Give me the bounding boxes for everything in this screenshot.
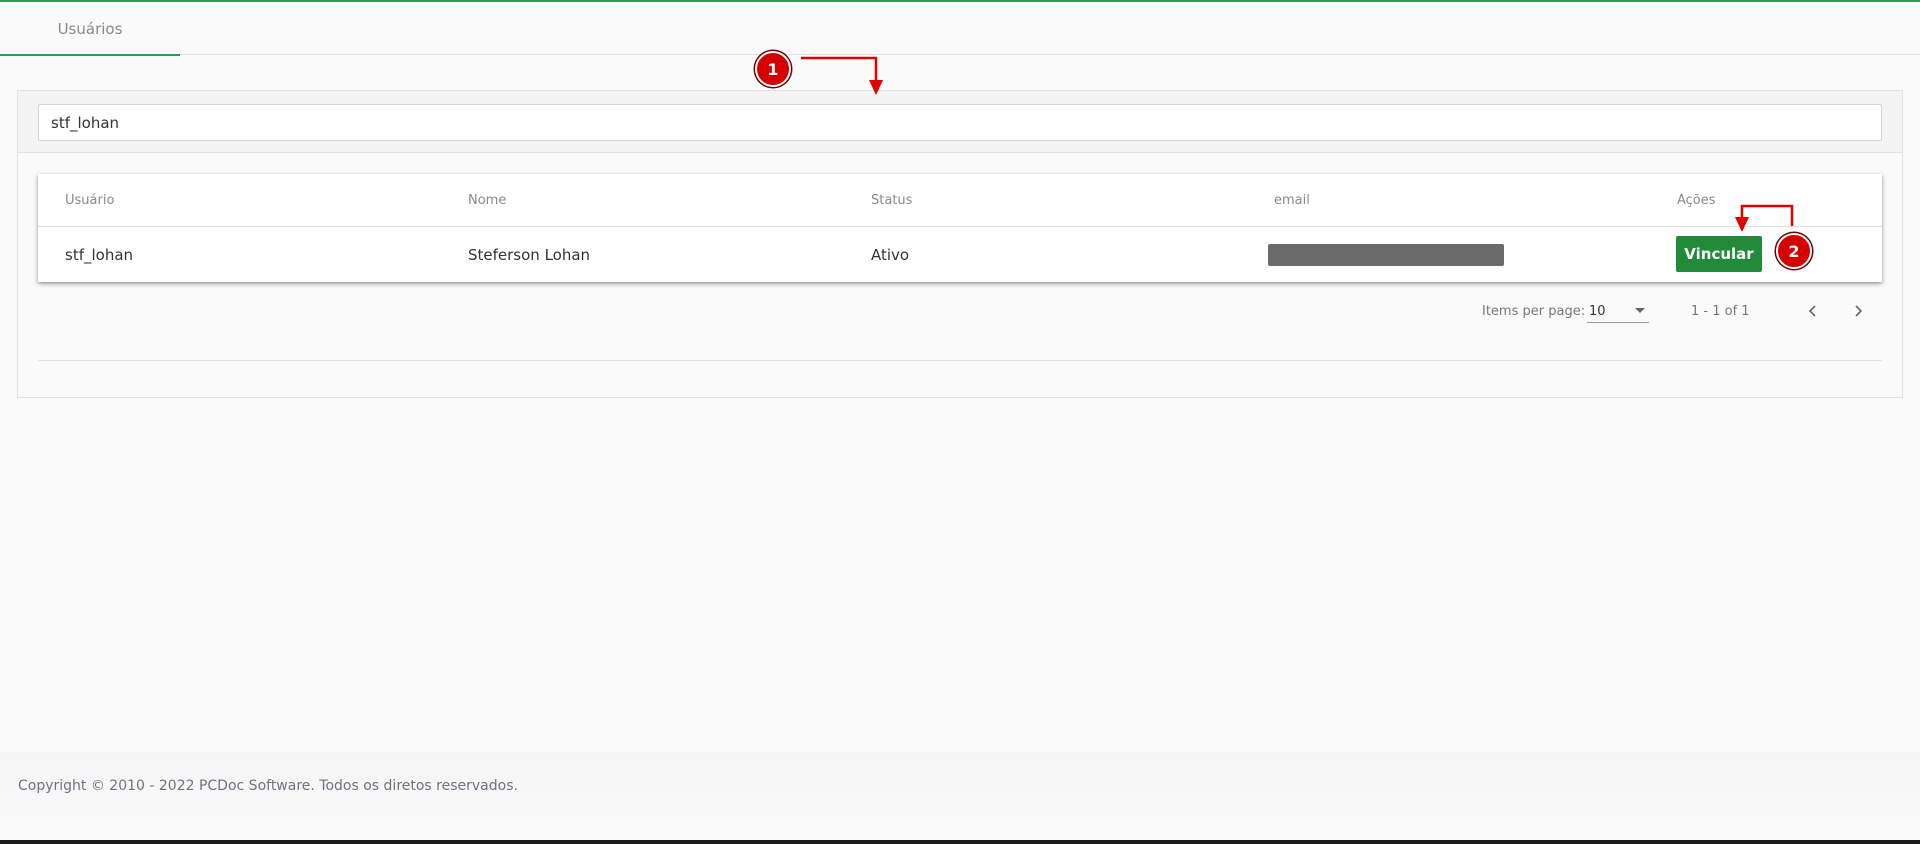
annotation-arrow-1 [801, 56, 878, 86]
column-header-usuario: Usuário [65, 193, 115, 208]
bottom-bar [0, 840, 1920, 844]
search-area [18, 91, 1902, 153]
column-header-status: Status [871, 193, 913, 208]
cell-email [1268, 227, 1504, 282]
email-redacted-bar [1268, 243, 1504, 266]
tab-usuarios[interactable]: Usuários [0, 2, 180, 56]
items-per-page-value: 10 [1589, 304, 1606, 319]
annotation-step-1: 1 [755, 51, 791, 87]
footer: Copyright © 2010 - 2022 PCDoc Software. … [0, 752, 1920, 840]
search-input[interactable] [38, 104, 1882, 141]
cell-usuario: stf_lohan [65, 245, 134, 264]
items-per-page-label: Items per page: [1482, 303, 1586, 319]
tab-bar: Usuários [0, 2, 1920, 56]
previous-page-button[interactable] [1801, 299, 1825, 323]
paginator: Items per page: 10 1 - 1 of 1 [18, 291, 1902, 331]
annotation-step-2: 2 [1776, 233, 1812, 269]
table-header: Usuário Nome Status email Ações [38, 174, 1882, 227]
tab-active-indicator [0, 54, 180, 56]
copyright-text: Copyright © 2010 - 2022 PCDoc Software. … [18, 778, 518, 794]
table-row: stf_lohan Steferson Lohan Ativo Vincular [38, 227, 1882, 282]
users-card: Usuário Nome Status email Ações stf_loha… [17, 90, 1903, 398]
column-header-nome: Nome [468, 193, 507, 208]
card-divider [38, 360, 1882, 361]
vincular-button[interactable]: Vincular [1676, 236, 1762, 272]
annotation-step-1-number: 1 [767, 59, 779, 79]
next-page-button[interactable] [1846, 299, 1870, 323]
column-header-acoes: Ações [1677, 193, 1716, 208]
cell-nome: Steferson Lohan [468, 245, 591, 264]
annotation-step-2-number: 2 [1788, 241, 1800, 261]
column-header-email: email [1274, 193, 1310, 208]
users-table: Usuário Nome Status email Ações stf_loha… [38, 174, 1882, 282]
items-per-page-select[interactable]: 10 [1587, 301, 1649, 323]
page-range-label: 1 - 1 of 1 [1691, 303, 1750, 319]
caret-down-icon [1635, 308, 1645, 313]
cell-status: Ativo [871, 245, 910, 264]
tab-usuarios-label: Usuários [57, 19, 123, 38]
chevron-right-icon [1855, 305, 1863, 317]
chevron-left-icon [1808, 305, 1816, 317]
